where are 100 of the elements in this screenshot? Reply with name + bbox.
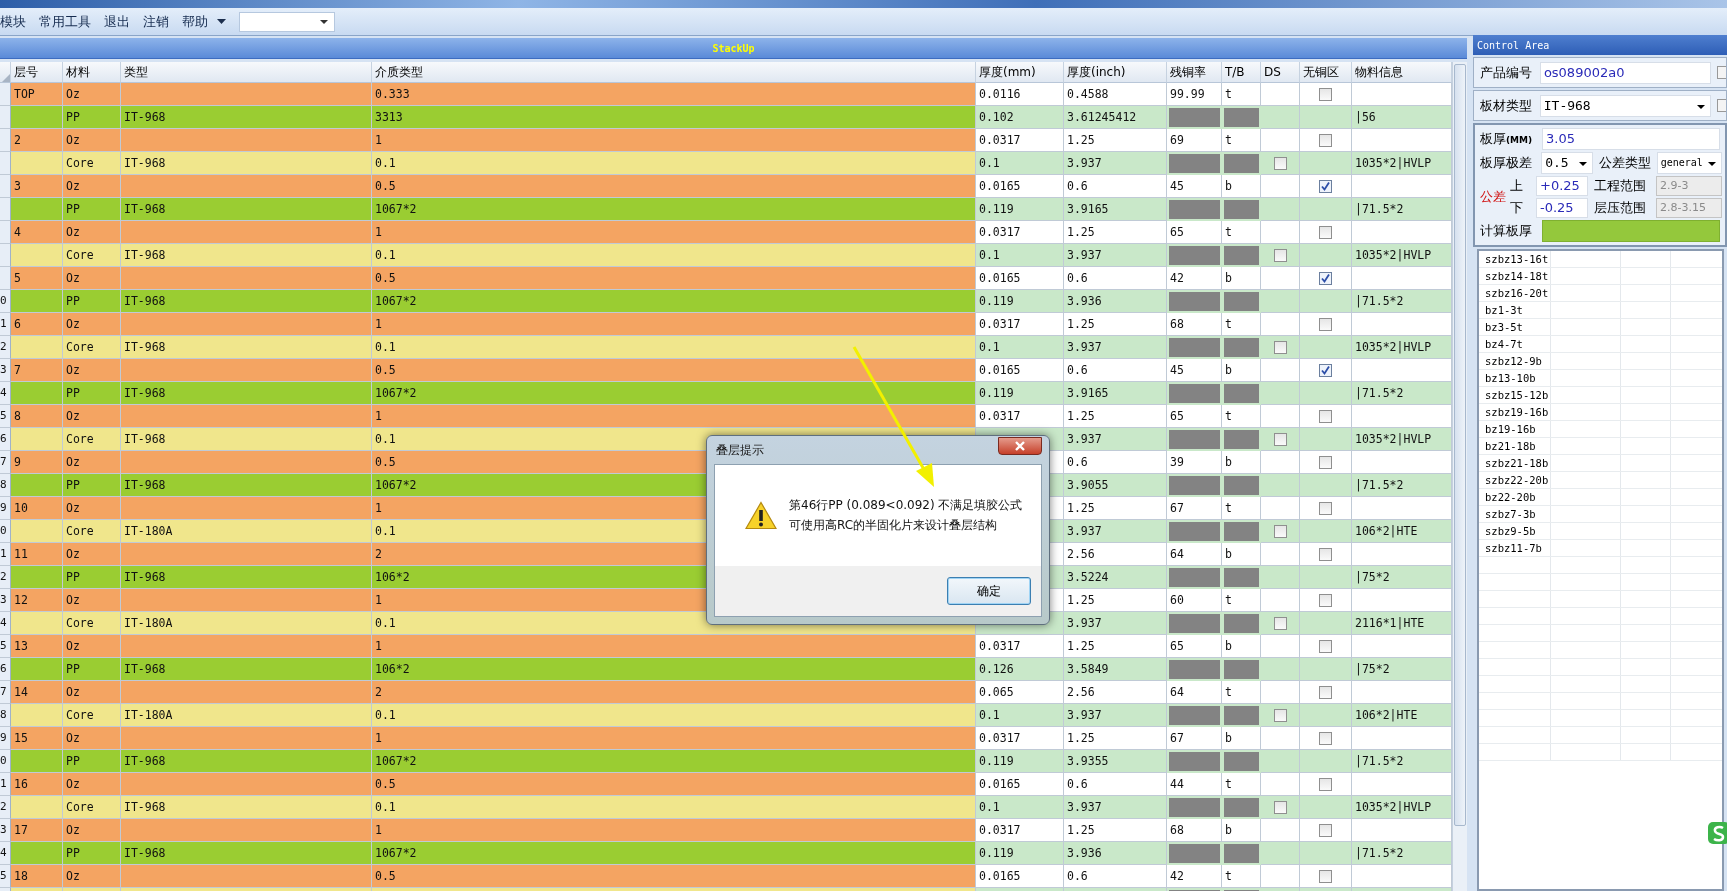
table-cell: |56	[1352, 106, 1452, 129]
row-header[interactable]: 1	[0, 313, 11, 336]
dropdown-field[interactable]	[239, 11, 335, 32]
table-cell: Oz	[63, 451, 121, 474]
checkbox[interactable]	[1319, 363, 1332, 377]
checkbox[interactable]	[1319, 547, 1332, 561]
input-field[interactable]: 3.05	[1542, 128, 1720, 150]
list-item[interactable]: szbz19-16b	[1479, 404, 1551, 420]
checkbox[interactable]	[1273, 340, 1287, 354]
row-header[interactable]	[0, 83, 11, 106]
field-label: 层压范围	[1594, 199, 1646, 217]
table-cell	[1222, 106, 1261, 129]
list-item[interactable]: bz13-10b	[1479, 370, 1551, 386]
table-cell: 0.0165	[976, 267, 1064, 290]
checkbox[interactable]	[1717, 66, 1726, 79]
input-field[interactable]: +0.25	[1536, 176, 1588, 196]
table-cell	[1222, 474, 1261, 497]
table-cell: 0.1	[372, 796, 976, 819]
checkbox[interactable]	[1319, 639, 1332, 653]
table-cell: 67	[1167, 497, 1222, 520]
list-item[interactable]: szbz16-20t	[1479, 285, 1551, 301]
list-item[interactable]: bz21-18b	[1479, 438, 1551, 454]
list-item[interactable]: szbz7-3b	[1479, 506, 1551, 522]
table-cell	[1167, 520, 1222, 543]
checkbox[interactable]	[1319, 501, 1332, 515]
checkbox[interactable]	[1319, 731, 1332, 745]
input-field[interactable]: os089002a0	[1539, 61, 1712, 84]
checkbox[interactable]	[1717, 99, 1726, 112]
list-item[interactable]: bz1-3t	[1479, 302, 1551, 318]
checkbox[interactable]	[1319, 409, 1332, 423]
checkbox[interactable]	[1319, 777, 1332, 791]
list-item[interactable]: szbz11-7b	[1479, 540, 1551, 556]
checkbox[interactable]	[1319, 455, 1332, 469]
row-header[interactable]	[0, 267, 11, 290]
checkbox[interactable]	[1319, 869, 1332, 883]
table-cell	[1167, 152, 1222, 175]
row-header[interactable]	[0, 175, 11, 198]
checkbox[interactable]	[1319, 87, 1332, 101]
table-cell: Oz	[63, 221, 121, 244]
row-header[interactable]	[0, 129, 11, 152]
row-header[interactable]: 7	[0, 681, 11, 704]
row-header[interactable]	[0, 106, 11, 129]
scrollbar-thumb[interactable]	[1454, 64, 1466, 826]
row-header[interactable]	[0, 244, 11, 267]
checkbox[interactable]	[1319, 225, 1332, 239]
list-item[interactable]: szbz21-18b	[1479, 455, 1551, 471]
checkbox[interactable]	[1273, 156, 1287, 170]
table-cell: 1067*2	[372, 842, 976, 865]
checkbox[interactable]	[1273, 432, 1287, 446]
checkbox[interactable]	[1273, 524, 1287, 538]
table-cell: 0.0165	[976, 773, 1064, 796]
list-item[interactable]: szbz13-16t	[1479, 251, 1551, 267]
list-item[interactable]: bz4-7t	[1479, 336, 1551, 352]
dropdown-field[interactable]: general	[1656, 152, 1722, 174]
dropdown-field[interactable]: 0.5	[1541, 152, 1593, 174]
list-item[interactable]: szbz14-18t	[1479, 268, 1551, 284]
input-field[interactable]: -0.25	[1536, 198, 1588, 218]
list-item[interactable]: szbz22-20b	[1479, 472, 1551, 488]
table-cell: Core	[63, 152, 121, 175]
row-header[interactable]	[0, 221, 11, 244]
table-cell: 2.56	[1064, 543, 1167, 566]
list-item[interactable]: bz3-5t	[1479, 319, 1551, 335]
caret-icon[interactable]	[217, 19, 226, 24]
list-item[interactable]: bz22-20b	[1479, 489, 1551, 505]
menu-item[interactable]: 退出	[104, 12, 130, 31]
table-cell: |71.5*2	[1352, 382, 1452, 405]
checkbox[interactable]	[1319, 133, 1332, 147]
checkbox[interactable]	[1319, 823, 1332, 837]
menu-item[interactable]: 帮助	[182, 12, 208, 31]
table-cell: Oz	[63, 313, 121, 336]
checkbox[interactable]	[1319, 179, 1332, 193]
list-item[interactable]: bz19-16b	[1479, 421, 1551, 437]
list-item[interactable]: szbz15-12b	[1479, 387, 1551, 403]
checkbox[interactable]	[1273, 616, 1287, 630]
table-cell: IT-968	[121, 796, 372, 819]
checkbox[interactable]	[1319, 271, 1332, 285]
checkbox[interactable]	[1273, 800, 1287, 814]
row-header[interactable]: 1	[0, 773, 11, 796]
dropdown-field[interactable]: IT-968	[1539, 94, 1712, 117]
table-cell: 0.1	[372, 336, 976, 359]
table-cell: 3.9165	[1064, 198, 1167, 221]
list-item[interactable]: szbz9-5b	[1479, 523, 1551, 539]
table-cell: PP	[63, 474, 121, 497]
ok-button[interactable]: 确定	[947, 577, 1031, 605]
row-header[interactable]	[0, 198, 11, 221]
menu-item[interactable]: 注销	[143, 12, 169, 31]
checkbox[interactable]	[1273, 248, 1287, 262]
checkbox[interactable]	[1319, 317, 1332, 331]
row-header[interactable]: 7	[0, 451, 11, 474]
list-item[interactable]: szbz12-9b	[1479, 353, 1551, 369]
menu-item[interactable]: 常用工具	[39, 12, 91, 31]
menu-item[interactable]: 模块	[0, 12, 26, 31]
scrollbar[interactable]	[1452, 62, 1467, 891]
close-button[interactable]	[998, 437, 1042, 455]
table-cell	[1261, 106, 1300, 129]
row-header[interactable]: 1	[0, 543, 11, 566]
row-header[interactable]	[0, 152, 11, 175]
checkbox[interactable]	[1319, 593, 1332, 607]
checkbox[interactable]	[1273, 708, 1287, 722]
checkbox[interactable]	[1319, 685, 1332, 699]
